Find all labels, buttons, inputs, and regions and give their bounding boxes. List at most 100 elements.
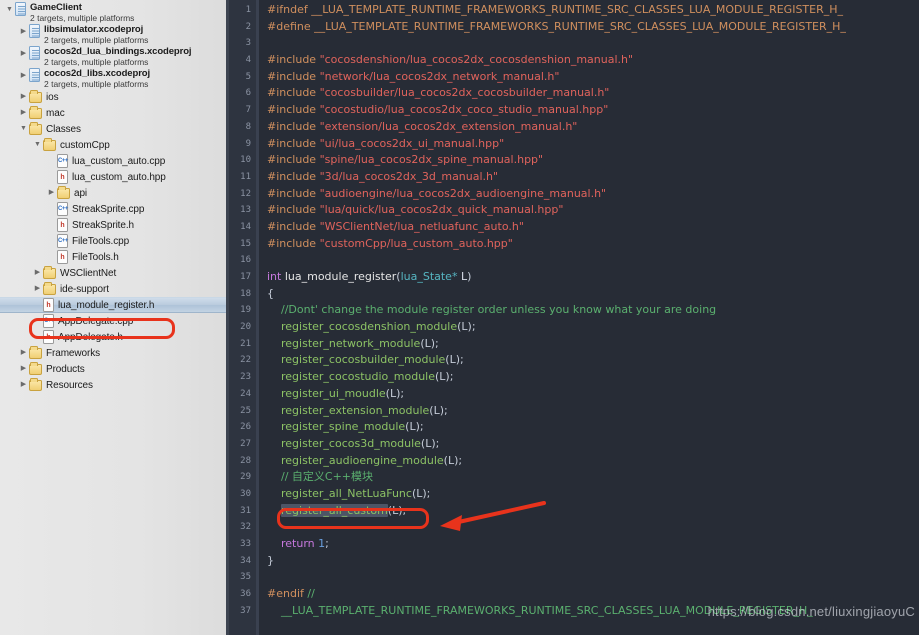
disclosure-triangle-open-icon[interactable]	[4, 2, 15, 18]
project-navigator-list[interactable]: GameClient2 targets, multiple platformsl…	[0, 1, 229, 393]
code-line[interactable]: #include "network/lua_cocos2dx_network_m…	[267, 69, 919, 86]
code-line[interactable]: #include "WSClientNet/lua_netluafunc_aut…	[267, 219, 919, 236]
code-token: lua_module_register	[284, 270, 397, 283]
nav-item-libsimulator-xcodeproj[interactable]: libsimulator.xcodeproj2 targets, multipl…	[0, 23, 229, 45]
nav-item-api[interactable]: api	[0, 185, 229, 201]
code-line[interactable]: register_extension_module(L);	[267, 403, 919, 420]
code-line[interactable]: register_audioengine_module(L);	[267, 453, 919, 470]
nav-item-label: AppDelegate.h	[58, 331, 123, 343]
disclosure-triangle-closed-icon[interactable]	[18, 361, 29, 377]
nav-item-lua-module-register-h[interactable]: h lua_module_register.h	[0, 297, 229, 313]
code-line[interactable]: register_cocosdenshion_module(L);	[267, 319, 919, 336]
disclosure-triangle-closed-icon[interactable]	[18, 89, 29, 105]
code-token: (L);	[420, 436, 440, 450]
disclosure-triangle-closed-icon[interactable]	[18, 105, 29, 121]
nav-item-mac[interactable]: mac	[0, 105, 229, 121]
disclosure-triangle-closed-icon[interactable]	[18, 46, 29, 62]
code-token: (L);	[405, 420, 424, 434]
line-number: 24	[240, 388, 251, 399]
nav-item-filetools-h[interactable]: h FileTools.h	[0, 249, 229, 265]
nav-item-ide-support[interactable]: ide-support	[0, 281, 229, 297]
disclosure-triangle-closed-icon[interactable]	[18, 345, 29, 361]
code-token: #include	[267, 103, 320, 117]
code-line[interactable]: register_all_custom(L);	[267, 503, 919, 520]
code-line[interactable]: int lua_module_register(lua_State* L)	[267, 269, 919, 286]
code-line[interactable]: register_cocostudio_module(L);	[267, 369, 919, 386]
code-line[interactable]: register_ui_moudle(L);	[267, 386, 919, 403]
code-line[interactable]: register_all_NetLuaFunc(L);	[267, 486, 919, 503]
code-line[interactable]: #include "audioengine/lua_cocos2dx_audio…	[267, 186, 919, 203]
nav-item-classes[interactable]: Classes	[0, 121, 229, 137]
nav-item-streaksprite-h[interactable]: h StreakSprite.h	[0, 217, 229, 233]
nav-item-filetools-cpp[interactable]: C++ FileTools.cpp	[0, 233, 229, 249]
disclosure-triangle-closed-icon[interactable]	[18, 377, 29, 393]
nav-item-products[interactable]: Products	[0, 361, 229, 377]
code-line[interactable]: register_network_module(L);	[267, 336, 919, 353]
code-line[interactable]: // 自定义C++模块	[267, 469, 919, 486]
code-line[interactable]	[267, 252, 919, 269]
code-line[interactable]: //Dont' change the module register order…	[267, 302, 919, 319]
nav-item-frameworks[interactable]: Frameworks	[0, 345, 229, 361]
code-editor[interactable]: 1 2 3 4 5 6 7 8 9 10 11 12 13 14 15 16 17 18 19 20 21 22 23 24 2…	[229, 0, 919, 635]
nav-item-lua-custom-auto-cpp[interactable]: C++ lua_custom_auto.cpp	[0, 153, 229, 169]
folder-icon	[29, 362, 42, 375]
nav-item-customcpp[interactable]: customCpp	[0, 137, 229, 153]
code-line[interactable]: __LUA_TEMPLATE_RUNTIME_FRAMEWORKS_RUNTIM…	[267, 603, 919, 620]
h-file-icon: h	[57, 170, 68, 184]
code-line[interactable]	[267, 519, 919, 536]
disclosure-triangle-closed-icon[interactable]	[32, 265, 43, 281]
disclosure-triangle-closed-icon[interactable]	[32, 281, 43, 297]
disclosure-triangle-closed-icon[interactable]	[18, 68, 29, 84]
nav-item-lua-custom-auto-hpp[interactable]: h lua_custom_auto.hpp	[0, 169, 229, 185]
code-token: #include	[267, 53, 320, 67]
nav-item-label: WSClientNet	[60, 267, 117, 279]
code-line[interactable]: #define __LUA_TEMPLATE_RUNTIME_FRAMEWORK…	[267, 19, 919, 36]
nav-item-gameclient[interactable]: GameClient2 targets, multiple platforms	[0, 1, 229, 23]
disclosure-triangle-open-icon[interactable]	[18, 121, 29, 137]
code-line[interactable]: #include "3d/lua_cocos2dx_3d_manual.h"	[267, 169, 919, 186]
disclosure-triangle-closed-icon[interactable]	[18, 24, 29, 40]
code-line[interactable]: #include "customCpp/lua_custom_auto.hpp"	[267, 236, 919, 253]
code-line[interactable]: register_cocosbuilder_module(L);	[267, 352, 919, 369]
nav-item-wsclientnet[interactable]: WSClientNet	[0, 265, 229, 281]
disclosure-triangle-closed-icon[interactable]	[46, 185, 57, 201]
code-line[interactable]: {	[267, 286, 919, 303]
line-number: 7	[245, 105, 251, 116]
code-token: ;	[325, 537, 329, 550]
project-navigator[interactable]: GameClient2 targets, multiple platformsl…	[0, 0, 229, 635]
nav-item-appdelegate-cpp[interactable]: C++ AppDelegate.cpp	[0, 313, 229, 329]
code-line[interactable]: #endif //	[267, 586, 919, 603]
code-token: "3d/lua_cocos2dx_3d_manual.h"	[319, 169, 499, 183]
line-number: 36	[240, 589, 251, 600]
code-line[interactable]: #include "cocostudio/lua_cocos2dx_coco_s…	[267, 102, 919, 119]
line-number: 37	[240, 605, 251, 616]
code-line[interactable]	[267, 35, 919, 52]
code-line[interactable]: #include "extension/lua_cocos2dx_extensi…	[267, 119, 919, 136]
disclosure-triangle-open-icon[interactable]	[32, 137, 43, 153]
code-line[interactable]: #ifndef __LUA_TEMPLATE_RUNTIME_FRAMEWORK…	[267, 2, 919, 19]
code-token: L	[457, 270, 468, 283]
nav-item-ios[interactable]: ios	[0, 89, 229, 105]
source-code-area[interactable]: #ifndef __LUA_TEMPLATE_RUNTIME_FRAMEWORK…	[259, 0, 919, 635]
nav-item-cocos2d-lua-bindings-xcodeproj[interactable]: cocos2d_lua_bindings.xcodeproj2 targets,…	[0, 45, 229, 67]
code-line[interactable]: }	[267, 553, 919, 570]
code-line[interactable]: register_spine_module(L);	[267, 419, 919, 436]
nav-item-label: lua_custom_auto.cpp	[72, 155, 166, 167]
code-line[interactable]: #include "lua/quick/lua_cocos2dx_quick_m…	[267, 202, 919, 219]
code-line[interactable]: return 1;	[267, 536, 919, 553]
code-line[interactable]: #include "ui/lua_cocos2dx_ui_manual.hpp"	[267, 136, 919, 153]
code-line[interactable]	[267, 569, 919, 586]
nav-item-label: ide-support	[60, 283, 109, 295]
code-line[interactable]: #include "spine/lua_cocos2dx_spine_manua…	[267, 152, 919, 169]
nav-item-streaksprite-cpp[interactable]: C++ StreakSprite.cpp	[0, 201, 229, 217]
project-icon	[29, 24, 40, 38]
code-line[interactable]: #include "cocosbuilder/lua_cocos2dx_coco…	[267, 85, 919, 102]
nav-item-resources[interactable]: Resources	[0, 377, 229, 393]
code-line[interactable]: register_cocos3d_module(L);	[267, 436, 919, 453]
code-line[interactable]: #include "cocosdenshion/lua_cocos2dx_coc…	[267, 52, 919, 69]
nav-item-cocos2d-libs-xcodeproj[interactable]: cocos2d_libs.xcodeproj2 targets, multipl…	[0, 67, 229, 89]
code-token: #define	[267, 19, 315, 33]
nav-item-appdelegate-h[interactable]: h AppDelegate.h	[0, 329, 229, 345]
